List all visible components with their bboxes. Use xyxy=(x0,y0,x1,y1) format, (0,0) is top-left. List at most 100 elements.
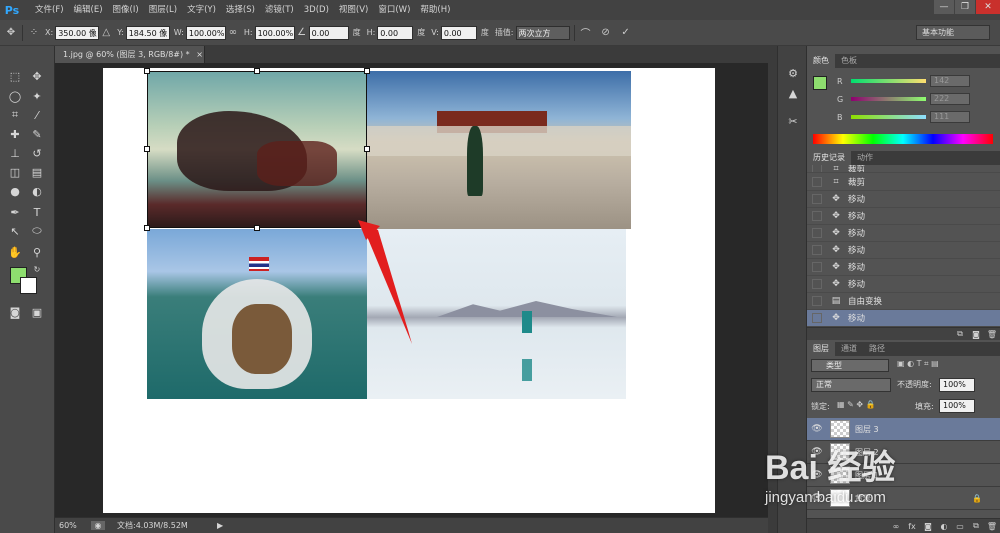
hand-tool-icon[interactable]: ✋ xyxy=(6,244,24,260)
color-ramp[interactable] xyxy=(813,134,993,144)
lock-icons[interactable]: ▦ ✎ ✥ 🔒 xyxy=(837,400,876,409)
history-item[interactable]: ✥ 移动 xyxy=(807,191,1000,208)
ellipse-tool-icon[interactable]: ⬭ xyxy=(28,223,46,239)
history-item[interactable]: ✥ 移动 xyxy=(807,208,1000,225)
pen-tool-icon[interactable]: ✒ xyxy=(6,204,24,220)
warp-icon[interactable]: ⌒ xyxy=(579,26,593,40)
tab-swatches[interactable]: 色板 xyxy=(835,54,863,68)
eyedropper-icon[interactable]: ⁄ xyxy=(28,107,46,123)
layer-row[interactable]: 👁 图层 2 xyxy=(807,441,1000,464)
eye-icon[interactable]: 👁 xyxy=(807,424,827,434)
tab-history[interactable]: 历史记录 xyxy=(807,151,851,165)
transform-bounding-box[interactable] xyxy=(147,71,367,228)
layer-filter-select[interactable]: 类型 xyxy=(811,359,889,372)
brush-tool-icon[interactable]: ✎ xyxy=(28,126,46,142)
tab-channels[interactable]: 通道 xyxy=(835,342,863,356)
menu-layer[interactable]: 图层(L) xyxy=(144,0,182,20)
menu-window[interactable]: 窗口(W) xyxy=(373,0,415,20)
link-icon[interactable]: ∞ xyxy=(226,26,240,40)
new-group-icon[interactable]: ▭ xyxy=(952,522,968,531)
reference-point-icon[interactable]: ⁘ xyxy=(27,26,41,40)
blue-value[interactable]: 111 xyxy=(930,111,970,123)
interpolation-select[interactable]: 两次立方 xyxy=(515,25,570,40)
move-tool-icon[interactable]: ✥ xyxy=(28,68,46,84)
healing-brush-icon[interactable]: ✚ xyxy=(6,126,24,142)
menu-image[interactable]: 图像(I) xyxy=(108,0,144,20)
menu-type[interactable]: 文字(Y) xyxy=(182,0,221,20)
new-document-from-state-icon[interactable]: ⧉ xyxy=(952,329,968,339)
document-tab[interactable]: 1.jpg @ 60% (图层 3, RGB/8#) * × xyxy=(55,46,205,63)
delete-layer-icon[interactable]: 🗑 xyxy=(984,522,1000,531)
green-slider[interactable] xyxy=(851,97,926,101)
status-menu-icon[interactable]: ◉ xyxy=(91,521,105,530)
dodge-tool-icon[interactable]: ◐ xyxy=(28,183,46,199)
menu-edit[interactable]: 编辑(E) xyxy=(69,0,108,20)
gradient-icon[interactable]: ▤ xyxy=(28,164,46,180)
type-tool-icon[interactable]: T xyxy=(28,204,46,220)
menu-help[interactable]: 帮助(H) xyxy=(415,0,455,20)
height-field[interactable]: 100.00% xyxy=(254,25,295,40)
clone-stamp-icon[interactable]: ⊥ xyxy=(6,145,24,161)
canvas[interactable] xyxy=(103,68,715,513)
transform-handle[interactable] xyxy=(254,225,260,231)
adjustment-layer-icon[interactable]: ◐ xyxy=(936,522,952,531)
relative-position-icon[interactable]: △ xyxy=(99,26,113,40)
history-item[interactable]: ▤ 自由变换 xyxy=(807,293,1000,310)
menu-3d[interactable]: 3D(D) xyxy=(299,0,334,20)
eye-icon[interactable]: 👁 xyxy=(807,447,827,457)
green-value[interactable]: 222 xyxy=(930,93,970,105)
y-field[interactable]: 184.50 像 xyxy=(125,25,170,40)
move-tool-icon[interactable]: ✥ xyxy=(4,26,18,40)
blur-tool-icon[interactable]: ● xyxy=(6,183,24,199)
transform-handle[interactable] xyxy=(364,68,370,74)
zoom-level[interactable]: 60% xyxy=(55,521,91,530)
menu-view[interactable]: 视图(V) xyxy=(334,0,373,20)
tab-actions[interactable]: 动作 xyxy=(851,151,879,165)
menu-file[interactable]: 文件(F) xyxy=(30,0,69,20)
marquee-tool-icon[interactable]: ⬚ xyxy=(6,68,24,84)
screen-mode-icon[interactable]: ▣ xyxy=(28,304,46,320)
close-tab-icon[interactable]: × xyxy=(196,50,203,59)
fx-icon[interactable]: fx xyxy=(904,522,920,531)
dock-divider[interactable] xyxy=(768,46,777,533)
history-item[interactable]: ✥ 移动 xyxy=(807,259,1000,276)
history-item[interactable]: ✥ 移动 xyxy=(807,242,1000,259)
eraser-icon[interactable]: ◫ xyxy=(6,164,24,180)
link-layers-icon[interactable]: ∞ xyxy=(888,522,904,531)
quick-mask-icon[interactable]: ◙ xyxy=(6,304,24,320)
cancel-transform-icon[interactable]: ⊘ xyxy=(599,26,613,40)
blend-mode-select[interactable]: 正常 xyxy=(811,378,891,392)
path-selection-icon[interactable]: ↖ xyxy=(6,223,24,239)
red-value[interactable]: 142 xyxy=(930,75,970,87)
history-item-selected[interactable]: ✥ 移动 xyxy=(807,310,1000,327)
crop-tool-icon[interactable]: ⌗ xyxy=(6,107,24,123)
fill-field[interactable]: 100% xyxy=(939,399,975,413)
zoom-tool-icon[interactable]: ⚲ xyxy=(28,244,46,260)
snapshot-icon[interactable]: ◙ xyxy=(968,330,984,339)
history-item[interactable]: ✥ 移动 xyxy=(807,225,1000,242)
history-brush-icon[interactable]: ↺ xyxy=(28,145,46,161)
tab-layers[interactable]: 图层 xyxy=(807,342,835,356)
tools-preset-icon[interactable]: ✂ xyxy=(785,114,801,130)
swap-colors-icon[interactable]: ↻ xyxy=(32,264,42,274)
vskew-field[interactable]: 0.00 xyxy=(440,25,477,40)
width-field[interactable]: 100.00% xyxy=(185,25,226,40)
transform-handle[interactable] xyxy=(364,146,370,152)
history-item[interactable]: ⌗ 裁剪 xyxy=(807,174,1000,191)
angle-field[interactable]: 0.00 xyxy=(308,25,349,40)
layer-row-selected[interactable]: 👁 图层 3 xyxy=(807,418,1000,441)
status-arrow-icon[interactable]: ▶ xyxy=(217,521,227,530)
opacity-field[interactable]: 100% xyxy=(939,378,975,392)
layer-filter-icons[interactable]: ▣ ◐ T ⌗ ▤ xyxy=(897,359,977,372)
layer-row[interactable]: 👁 背景 🔒 xyxy=(807,487,1000,510)
menu-filter[interactable]: 滤镜(T) xyxy=(260,0,299,20)
minimize-button[interactable]: — xyxy=(934,0,954,14)
transform-handle[interactable] xyxy=(144,146,150,152)
blue-slider[interactable] xyxy=(851,115,926,119)
close-button[interactable]: ✕ xyxy=(976,0,1000,14)
eye-icon[interactable]: 👁 xyxy=(807,470,827,480)
trash-icon[interactable]: 🗑 xyxy=(984,330,1000,339)
transform-handle[interactable] xyxy=(144,225,150,231)
histogram-icon[interactable]: ▲ xyxy=(785,86,801,102)
transform-handle[interactable] xyxy=(254,68,260,74)
